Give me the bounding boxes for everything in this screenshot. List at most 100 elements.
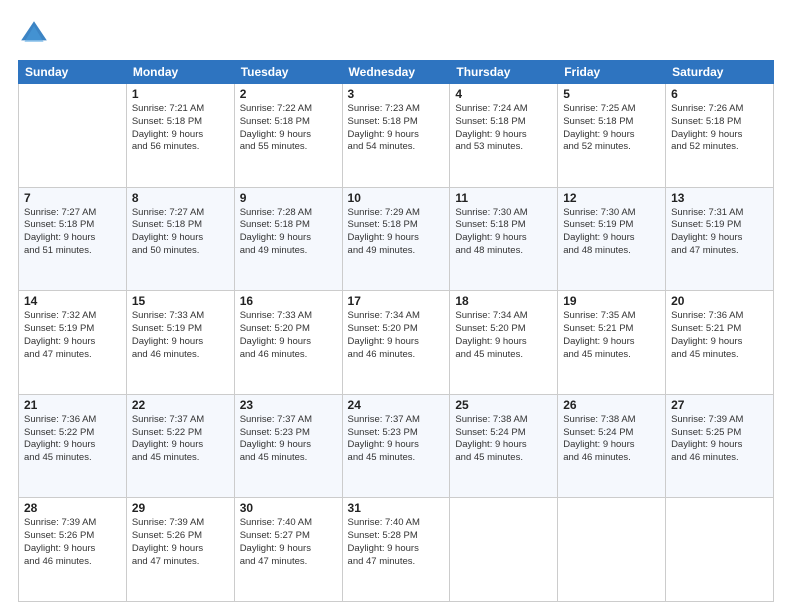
calendar-cell: 24Sunrise: 7:37 AM Sunset: 5:23 PM Dayli… xyxy=(342,394,450,498)
calendar-table: SundayMondayTuesdayWednesdayThursdayFrid… xyxy=(18,60,774,602)
day-info: Sunrise: 7:37 AM Sunset: 5:23 PM Dayligh… xyxy=(240,414,337,465)
calendar-cell: 13 Sunrise: 7:31 AM Sunset: 5:19 PM Dayli… xyxy=(666,187,774,291)
calendar-cell: 11 Sunrise: 7:30 AM Sunset: 5:18 PM Dayli… xyxy=(450,187,558,291)
calendar-cell: 23 Sunrise: 7:37 AM Sunset: 5:23 PM Dayli… xyxy=(234,394,342,498)
calendar-cell: 28Sunrise: 7:39 AM Sunset: 5:26 PM Dayli… xyxy=(19,498,127,602)
calendar-cell: 1 Sunrise: 7:21 AM Sunset: 5:18 PM Daylig… xyxy=(126,84,234,188)
day-info: Sunrise: 7:28 AM Sunset: 5:18 PM Dayligh… xyxy=(240,207,337,258)
calendar-header-cell: Sunday xyxy=(19,61,127,84)
day-info: Sunrise: 7:40 AM Sunset: 5:27 PM Dayligh… xyxy=(240,517,337,568)
calendar-cell: 4 Sunrise: 7:24 AM Sunset: 5:18 PM Daylig… xyxy=(450,84,558,188)
calendar-cell: 15 Sunrise: 7:33 AM Sunset: 5:19 PM Dayli… xyxy=(126,291,234,395)
day-info: Sunrise: 7:37 AM Sunset: 5:22 PM Dayligh… xyxy=(132,414,229,465)
day-info: Sunrise: 7:29 AM Sunset: 5:18 PM Dayligh… xyxy=(348,207,445,258)
calendar-cell: 2Sunrise: 7:22 AM Sunset: 5:18 PM Daylig… xyxy=(234,84,342,188)
day-info: Sunrise: 7:33 AM Sunset: 5:20 PM Dayligh… xyxy=(240,310,337,361)
calendar-cell: 3Sunrise: 7:23 AM Sunset: 5:18 PM Daylig… xyxy=(342,84,450,188)
calendar-cell: 30 Sunrise: 7:40 AM Sunset: 5:27 PM Dayli… xyxy=(234,498,342,602)
calendar-cell: 25Sunrise: 7:38 AM Sunset: 5:24 PM Dayli… xyxy=(450,394,558,498)
day-info: Sunrise: 7:39 AM Sunset: 5:25 PM Dayligh… xyxy=(671,414,768,465)
calendar-week-row: 28Sunrise: 7:39 AM Sunset: 5:26 PM Dayli… xyxy=(19,498,774,602)
day-info: Sunrise: 7:40 AM Sunset: 5:28 PM Dayligh… xyxy=(348,517,445,568)
calendar-header-cell: Saturday xyxy=(666,61,774,84)
calendar-cell xyxy=(450,498,558,602)
day-info: Sunrise: 7:39 AM Sunset: 5:26 PM Dayligh… xyxy=(132,517,229,568)
day-number: 7 xyxy=(24,191,121,205)
calendar-header-cell: Friday xyxy=(558,61,666,84)
calendar-cell: 17Sunrise: 7:34 AM Sunset: 5:20 PM Dayli… xyxy=(342,291,450,395)
day-number: 15 xyxy=(132,294,229,308)
day-number: 16 xyxy=(240,294,337,308)
day-info: Sunrise: 7:26 AM Sunset: 5:18 PM Dayligh… xyxy=(671,103,768,154)
calendar-week-row: 7 Sunrise: 7:27 AM Sunset: 5:18 PM Daylig… xyxy=(19,187,774,291)
calendar-cell: 9 Sunrise: 7:28 AM Sunset: 5:18 PM Daylig… xyxy=(234,187,342,291)
day-number: 2 xyxy=(240,87,337,101)
day-number: 5 xyxy=(563,87,660,101)
calendar-cell: 19Sunrise: 7:35 AM Sunset: 5:21 PM Dayli… xyxy=(558,291,666,395)
calendar-week-row: 1 Sunrise: 7:21 AM Sunset: 5:18 PM Daylig… xyxy=(19,84,774,188)
day-info: Sunrise: 7:30 AM Sunset: 5:19 PM Dayligh… xyxy=(563,207,660,258)
calendar-header-cell: Wednesday xyxy=(342,61,450,84)
calendar-cell: 12 Sunrise: 7:30 AM Sunset: 5:19 PM Dayli… xyxy=(558,187,666,291)
day-number: 18 xyxy=(455,294,552,308)
day-info: Sunrise: 7:30 AM Sunset: 5:18 PM Dayligh… xyxy=(455,207,552,258)
day-number: 1 xyxy=(132,87,229,101)
day-info: Sunrise: 7:25 AM Sunset: 5:18 PM Dayligh… xyxy=(563,103,660,154)
calendar-header-cell: Monday xyxy=(126,61,234,84)
day-info: Sunrise: 7:35 AM Sunset: 5:21 PM Dayligh… xyxy=(563,310,660,361)
day-number: 9 xyxy=(240,191,337,205)
calendar-cell: 14 Sunrise: 7:32 AM Sunset: 5:19 PM Dayli… xyxy=(19,291,127,395)
day-info: Sunrise: 7:34 AM Sunset: 5:20 PM Dayligh… xyxy=(455,310,552,361)
calendar-cell: 16 Sunrise: 7:33 AM Sunset: 5:20 PM Dayli… xyxy=(234,291,342,395)
day-number: 13 xyxy=(671,191,768,205)
day-info: Sunrise: 7:33 AM Sunset: 5:19 PM Dayligh… xyxy=(132,310,229,361)
day-info: Sunrise: 7:34 AM Sunset: 5:20 PM Dayligh… xyxy=(348,310,445,361)
day-number: 25 xyxy=(455,398,552,412)
calendar-cell: 6 Sunrise: 7:26 AM Sunset: 5:18 PM Daylig… xyxy=(666,84,774,188)
day-number: 20 xyxy=(671,294,768,308)
day-number: 10 xyxy=(348,191,445,205)
header xyxy=(18,18,774,50)
day-info: Sunrise: 7:27 AM Sunset: 5:18 PM Dayligh… xyxy=(132,207,229,258)
calendar-cell: 26 Sunrise: 7:38 AM Sunset: 5:24 PM Dayli… xyxy=(558,394,666,498)
day-number: 8 xyxy=(132,191,229,205)
day-info: Sunrise: 7:31 AM Sunset: 5:19 PM Dayligh… xyxy=(671,207,768,258)
day-info: Sunrise: 7:32 AM Sunset: 5:19 PM Dayligh… xyxy=(24,310,121,361)
day-info: Sunrise: 7:38 AM Sunset: 5:24 PM Dayligh… xyxy=(563,414,660,465)
day-number: 14 xyxy=(24,294,121,308)
day-number: 22 xyxy=(132,398,229,412)
day-number: 12 xyxy=(563,191,660,205)
day-info: Sunrise: 7:39 AM Sunset: 5:26 PM Dayligh… xyxy=(24,517,121,568)
day-number: 21 xyxy=(24,398,121,412)
calendar-header-cell: Tuesday xyxy=(234,61,342,84)
calendar-cell: 18 Sunrise: 7:34 AM Sunset: 5:20 PM Dayli… xyxy=(450,291,558,395)
calendar-header-cell: Thursday xyxy=(450,61,558,84)
calendar-cell: 8 Sunrise: 7:27 AM Sunset: 5:18 PM Daylig… xyxy=(126,187,234,291)
day-number: 6 xyxy=(671,87,768,101)
day-number: 30 xyxy=(240,501,337,515)
logo xyxy=(18,18,54,50)
day-number: 26 xyxy=(563,398,660,412)
calendar-cell: 21Sunrise: 7:36 AM Sunset: 5:22 PM Dayli… xyxy=(19,394,127,498)
calendar-cell: 20 Sunrise: 7:36 AM Sunset: 5:21 PM Dayli… xyxy=(666,291,774,395)
day-number: 31 xyxy=(348,501,445,515)
page: SundayMondayTuesdayWednesdayThursdayFrid… xyxy=(0,0,792,612)
calendar-body: 1 Sunrise: 7:21 AM Sunset: 5:18 PM Daylig… xyxy=(19,84,774,602)
day-number: 4 xyxy=(455,87,552,101)
calendar-week-row: 21Sunrise: 7:36 AM Sunset: 5:22 PM Dayli… xyxy=(19,394,774,498)
calendar-cell: 10 Sunrise: 7:29 AM Sunset: 5:18 PM Dayli… xyxy=(342,187,450,291)
day-number: 11 xyxy=(455,191,552,205)
calendar-header-row: SundayMondayTuesdayWednesdayThursdayFrid… xyxy=(19,61,774,84)
day-info: Sunrise: 7:21 AM Sunset: 5:18 PM Dayligh… xyxy=(132,103,229,154)
calendar-cell: 7 Sunrise: 7:27 AM Sunset: 5:18 PM Daylig… xyxy=(19,187,127,291)
day-info: Sunrise: 7:27 AM Sunset: 5:18 PM Dayligh… xyxy=(24,207,121,258)
calendar-cell xyxy=(666,498,774,602)
calendar-cell xyxy=(19,84,127,188)
logo-icon xyxy=(18,18,50,50)
day-info: Sunrise: 7:37 AM Sunset: 5:23 PM Dayligh… xyxy=(348,414,445,465)
day-number: 27 xyxy=(671,398,768,412)
day-info: Sunrise: 7:36 AM Sunset: 5:21 PM Dayligh… xyxy=(671,310,768,361)
day-info: Sunrise: 7:24 AM Sunset: 5:18 PM Dayligh… xyxy=(455,103,552,154)
day-info: Sunrise: 7:23 AM Sunset: 5:18 PM Dayligh… xyxy=(348,103,445,154)
day-number: 23 xyxy=(240,398,337,412)
